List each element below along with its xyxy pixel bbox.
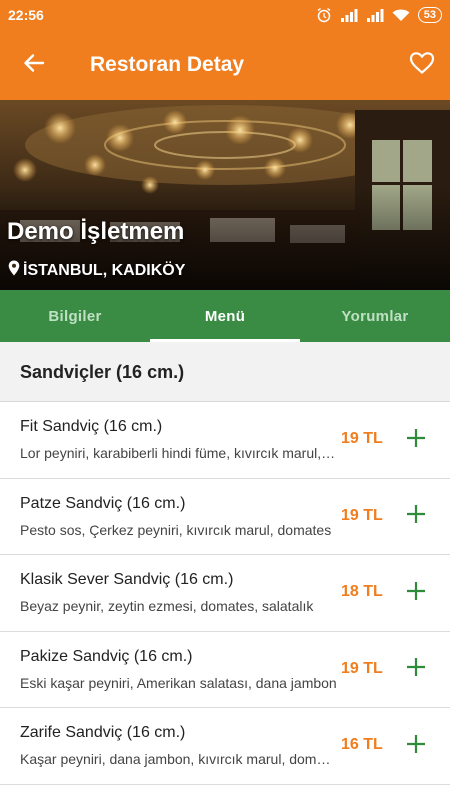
menu-section-header: Sandviçler (16 cm.) — [0, 342, 450, 402]
tab-yorumlar[interactable]: Yorumlar — [300, 290, 450, 342]
item-name: Fit Sandviç (16 cm.) — [20, 418, 163, 435]
menu-item[interactable]: Patze Sandviç (16 cm.) Pesto sos, Çerkez… — [0, 478, 450, 555]
signal-icon — [340, 8, 358, 22]
heart-outline-icon — [409, 51, 435, 80]
item-price: 16 TL — [341, 736, 383, 753]
add-to-cart-button[interactable] — [402, 579, 430, 607]
plus-icon — [406, 734, 426, 759]
page-title: Restoran Detay — [90, 53, 245, 76]
status-icons: 53 — [316, 6, 442, 24]
plus-icon — [406, 504, 426, 529]
restaurant-hero: Demo İşletmem İSTANBUL, KADIKÖY — [0, 100, 450, 290]
tab-bilgiler[interactable]: Bilgiler — [0, 290, 150, 342]
alarm-icon — [316, 7, 332, 23]
item-name: Patze Sandviç (16 cm.) — [20, 494, 186, 512]
plus-icon — [406, 581, 426, 606]
menu-list: Fit Sandviç (16 cm.) Lor peyniri, karabi… — [0, 402, 450, 785]
status-time: 22:56 — [8, 7, 44, 23]
wifi-icon — [392, 8, 410, 22]
tab-bar: Bilgiler Menü Yorumlar — [0, 290, 450, 342]
item-description: Eski kaşar peyniri, Amerikan salatası, d… — [20, 674, 337, 691]
menu-item[interactable]: Zarife Sandviç (16 cm.) Kaşar peyniri, d… — [0, 708, 450, 785]
item-description: Pesto sos, Çerkez peyniri, kıvırcık maru… — [20, 521, 332, 538]
app-bar: Restoran Detay — [0, 30, 450, 100]
add-to-cart-button[interactable] — [402, 732, 430, 760]
section-title: Sandviçler (16 cm.) — [20, 362, 185, 382]
battery-indicator: 53 — [417, 7, 442, 23]
restaurant-name: Demo İşletmem — [7, 218, 185, 245]
menu-item[interactable]: Klasik Sever Sandviç (16 cm.) Beyaz peyn… — [0, 555, 450, 632]
location-text: İSTANBUL, KADIKÖY — [23, 261, 186, 279]
item-price: 18 TL — [341, 583, 383, 600]
item-name: Zarife Sandviç (16 cm.) — [20, 724, 186, 741]
restaurant-location: İSTANBUL, KADIKÖY — [8, 260, 185, 281]
add-to-cart-button[interactable] — [402, 656, 430, 684]
item-price: 19 TL — [341, 430, 383, 447]
plus-icon — [406, 657, 426, 682]
arrow-left-icon — [23, 52, 45, 79]
menu-item[interactable]: Fit Sandviç (16 cm.) Lor peyniri, karabi… — [0, 402, 450, 479]
status-bar: 22:56 53 — [0, 0, 450, 30]
item-description: Kaşar peyniri, dana jambon, kıvırcık mar… — [20, 751, 338, 767]
favorite-button[interactable] — [402, 45, 442, 85]
item-description: Lor peyniri, karabiberli hindi füme, kıv… — [20, 445, 338, 461]
item-price: 19 TL — [341, 659, 383, 677]
tab-menu[interactable]: Menü — [150, 290, 300, 342]
map-pin-icon — [8, 260, 20, 281]
item-price: 19 TL — [341, 506, 383, 524]
item-name: Klasik Sever Sandviç (16 cm.) — [20, 571, 234, 588]
signal-icon-2 — [366, 8, 384, 22]
add-to-cart-button[interactable] — [402, 426, 430, 454]
item-description: Beyaz peynir, zeytin ezmesi, domates, sa… — [20, 598, 314, 614]
add-to-cart-button[interactable] — [402, 503, 430, 531]
item-name: Pakize Sandviç (16 cm.) — [20, 647, 193, 665]
menu-item[interactable]: Pakize Sandviç (16 cm.) Eski kaşar peyni… — [0, 631, 450, 708]
back-button[interactable] — [14, 45, 54, 85]
plus-icon — [406, 428, 426, 453]
